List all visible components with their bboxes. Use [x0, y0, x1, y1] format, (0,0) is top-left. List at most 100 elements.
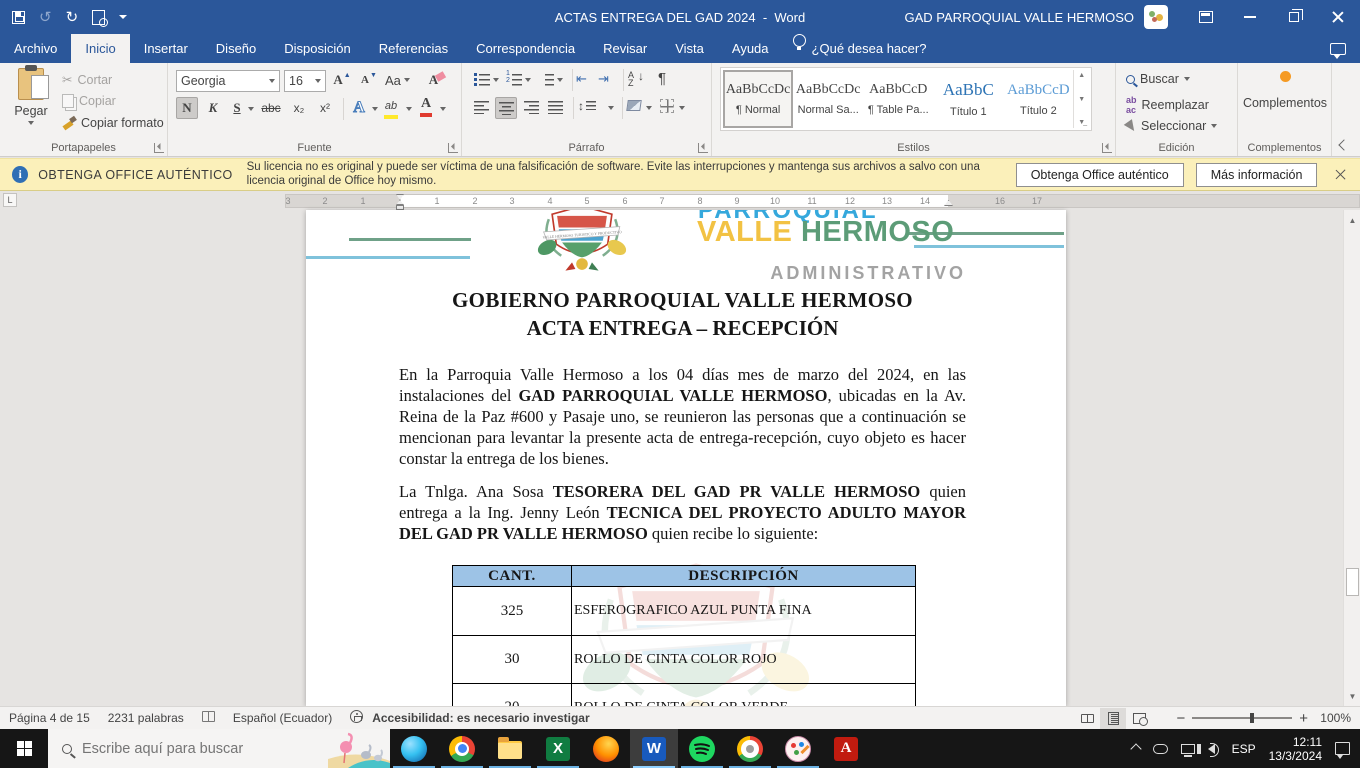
- collapse-ribbon-icon[interactable]: [1338, 139, 1350, 151]
- subscript-button[interactable]: x₂: [288, 97, 310, 119]
- accessibility-status[interactable]: Accesibilidad: es necesario investigar: [372, 711, 598, 725]
- clock[interactable]: 12:11 13/3/2024: [1269, 735, 1322, 763]
- sort-icon[interactable]: A Z ↓: [628, 70, 644, 88]
- shading-icon[interactable]: [626, 100, 642, 111]
- tab-inicio[interactable]: Inicio: [71, 34, 130, 63]
- bold-button[interactable]: N: [176, 97, 198, 119]
- multilevel-list-icon[interactable]: [538, 73, 554, 86]
- zoom-slider[interactable]: [1192, 713, 1293, 723]
- find-button[interactable]: Buscar: [1126, 72, 1190, 86]
- taskbar-chrome-profile[interactable]: [726, 729, 774, 768]
- taskbar-spotify[interactable]: [678, 729, 726, 768]
- paste-dropdown-icon[interactable]: [28, 121, 34, 125]
- format-painter-button[interactable]: Copiar formato: [62, 116, 164, 130]
- language-tray[interactable]: ESP: [1232, 742, 1256, 756]
- font-color-button[interactable]: A: [420, 94, 432, 117]
- font-dialog-launcher[interactable]: [448, 143, 458, 153]
- word-count[interactable]: 2231 palabras: [99, 711, 193, 725]
- change-case-button[interactable]: Aa: [385, 69, 410, 91]
- print-layout-button[interactable]: [1100, 707, 1127, 729]
- styles-scroll-up-icon[interactable]: ▲: [1078, 72, 1085, 79]
- tab-diseno[interactable]: Diseño: [202, 34, 270, 63]
- tab-ayuda[interactable]: Ayuda: [718, 34, 783, 63]
- style-normal-sa[interactable]: AaBbCcDc Normal Sa...: [793, 70, 864, 128]
- more-info-button[interactable]: Más información: [1195, 162, 1318, 187]
- paragraph-dialog-launcher[interactable]: [698, 143, 708, 153]
- save-icon[interactable]: [12, 10, 25, 24]
- align-center-button[interactable]: [495, 97, 517, 119]
- font-family-combo[interactable]: Georgia: [176, 70, 280, 92]
- proofing-icon[interactable]: [193, 711, 224, 725]
- styles-dialog-launcher[interactable]: [1102, 143, 1112, 153]
- line-spacing-icon[interactable]: ↕: [578, 99, 596, 113]
- font-color-dropdown-icon[interactable]: [440, 107, 446, 111]
- bullet-list-dropdown-icon[interactable]: [493, 78, 499, 82]
- multilevel-list-dropdown-icon[interactable]: [557, 78, 563, 82]
- tab-archivo[interactable]: Archivo: [0, 34, 71, 63]
- account-name[interactable]: GAD PARROQUIAL VALLE HERMOSO: [905, 10, 1134, 25]
- search-input[interactable]: [82, 740, 282, 757]
- taskbar-file-explorer[interactable]: [486, 729, 534, 768]
- underline-dropdown-icon[interactable]: [248, 107, 254, 111]
- document-page[interactable]: VALLE HERMOSO TURISTICO Y PRODUCTIVO PAR…: [306, 210, 1066, 706]
- taskbar-chrome[interactable]: [438, 729, 486, 768]
- minimize-button[interactable]: [1228, 0, 1272, 34]
- decrease-indent-icon[interactable]: ⇤: [576, 71, 587, 87]
- redo-icon[interactable]: ↻: [66, 10, 79, 25]
- style-titulo-1[interactable]: AaBbC Título 1: [933, 70, 1004, 128]
- font-size-combo[interactable]: 16: [284, 70, 326, 92]
- cut-button[interactable]: ✂ Cortar: [62, 72, 112, 88]
- onedrive-icon[interactable]: [1152, 743, 1168, 754]
- increase-indent-icon[interactable]: ⇥: [598, 71, 609, 87]
- shading-dropdown-icon[interactable]: [646, 106, 652, 110]
- clipboard-dialog-launcher[interactable]: [154, 143, 164, 153]
- taskbar-excel[interactable]: X: [534, 729, 582, 768]
- print-preview-icon[interactable]: [92, 9, 109, 27]
- taskbar-edge[interactable]: [390, 729, 438, 768]
- action-center-icon[interactable]: [1335, 742, 1350, 759]
- taskbar-search[interactable]: [48, 729, 390, 768]
- tab-stop-selector[interactable]: L: [3, 193, 17, 207]
- styles-scroll-down-icon[interactable]: ▼: [1078, 96, 1085, 103]
- tab-revisar[interactable]: Revisar: [589, 34, 661, 63]
- zoom-level[interactable]: 100%: [1308, 711, 1360, 725]
- zoom-in-icon[interactable]: +: [1299, 711, 1308, 726]
- start-button[interactable]: [0, 729, 48, 768]
- numbered-list-dropdown-icon[interactable]: [525, 78, 531, 82]
- scrollbar-thumb[interactable]: [1346, 568, 1359, 596]
- numbered-list-icon[interactable]: 12: [506, 70, 522, 86]
- shrink-font-button[interactable]: A ▼: [358, 69, 380, 91]
- align-left-icon[interactable]: [474, 101, 489, 114]
- style-table-pa[interactable]: AaBbCcD ¶ Table Pa...: [863, 70, 934, 128]
- copy-button[interactable]: Copiar: [62, 94, 116, 108]
- style-normal[interactable]: AaBbCcDc ¶ Normal: [723, 70, 794, 128]
- volume-icon[interactable]: [1196, 742, 1219, 757]
- tab-insertar[interactable]: Insertar: [130, 34, 202, 63]
- text-effects-button[interactable]: A: [348, 97, 370, 119]
- taskbar-acrobat[interactable]: A: [822, 729, 870, 768]
- styles-gallery-more-icon[interactable]: ▼̲: [1078, 119, 1085, 126]
- accessibility-icon[interactable]: [341, 710, 372, 726]
- tab-correspondencia[interactable]: Correspondencia: [462, 34, 589, 63]
- vertical-scrollbar[interactable]: ▲ ▼: [1343, 210, 1360, 706]
- select-button[interactable]: Seleccionar: [1123, 118, 1218, 134]
- underline-button[interactable]: S: [226, 97, 248, 119]
- restore-button[interactable]: [1272, 0, 1316, 34]
- text-effects-dropdown-icon[interactable]: [372, 107, 378, 111]
- ribbon-display-options-button[interactable]: [1184, 0, 1228, 34]
- tray-expand-icon[interactable]: [1129, 742, 1142, 755]
- show-marks-icon[interactable]: ¶: [658, 70, 666, 87]
- taskbar-word[interactable]: W: [630, 729, 678, 768]
- scroll-down-icon[interactable]: ▼: [1345, 688, 1360, 704]
- style-titulo-2[interactable]: AaBbCcD Título 2: [1003, 70, 1074, 128]
- read-mode-button[interactable]: [1074, 708, 1100, 729]
- warning-close-icon[interactable]: [1335, 169, 1346, 180]
- taskbar-paint[interactable]: [774, 729, 822, 768]
- align-right-icon[interactable]: [524, 101, 539, 114]
- web-layout-button[interactable]: [1126, 708, 1152, 729]
- borders-icon[interactable]: [660, 99, 674, 113]
- paste-button[interactable]: Pegar: [8, 65, 54, 138]
- bullet-list-icon[interactable]: [474, 73, 490, 86]
- network-icon[interactable]: [1180, 743, 1195, 757]
- feedback-button[interactable]: [1330, 34, 1346, 63]
